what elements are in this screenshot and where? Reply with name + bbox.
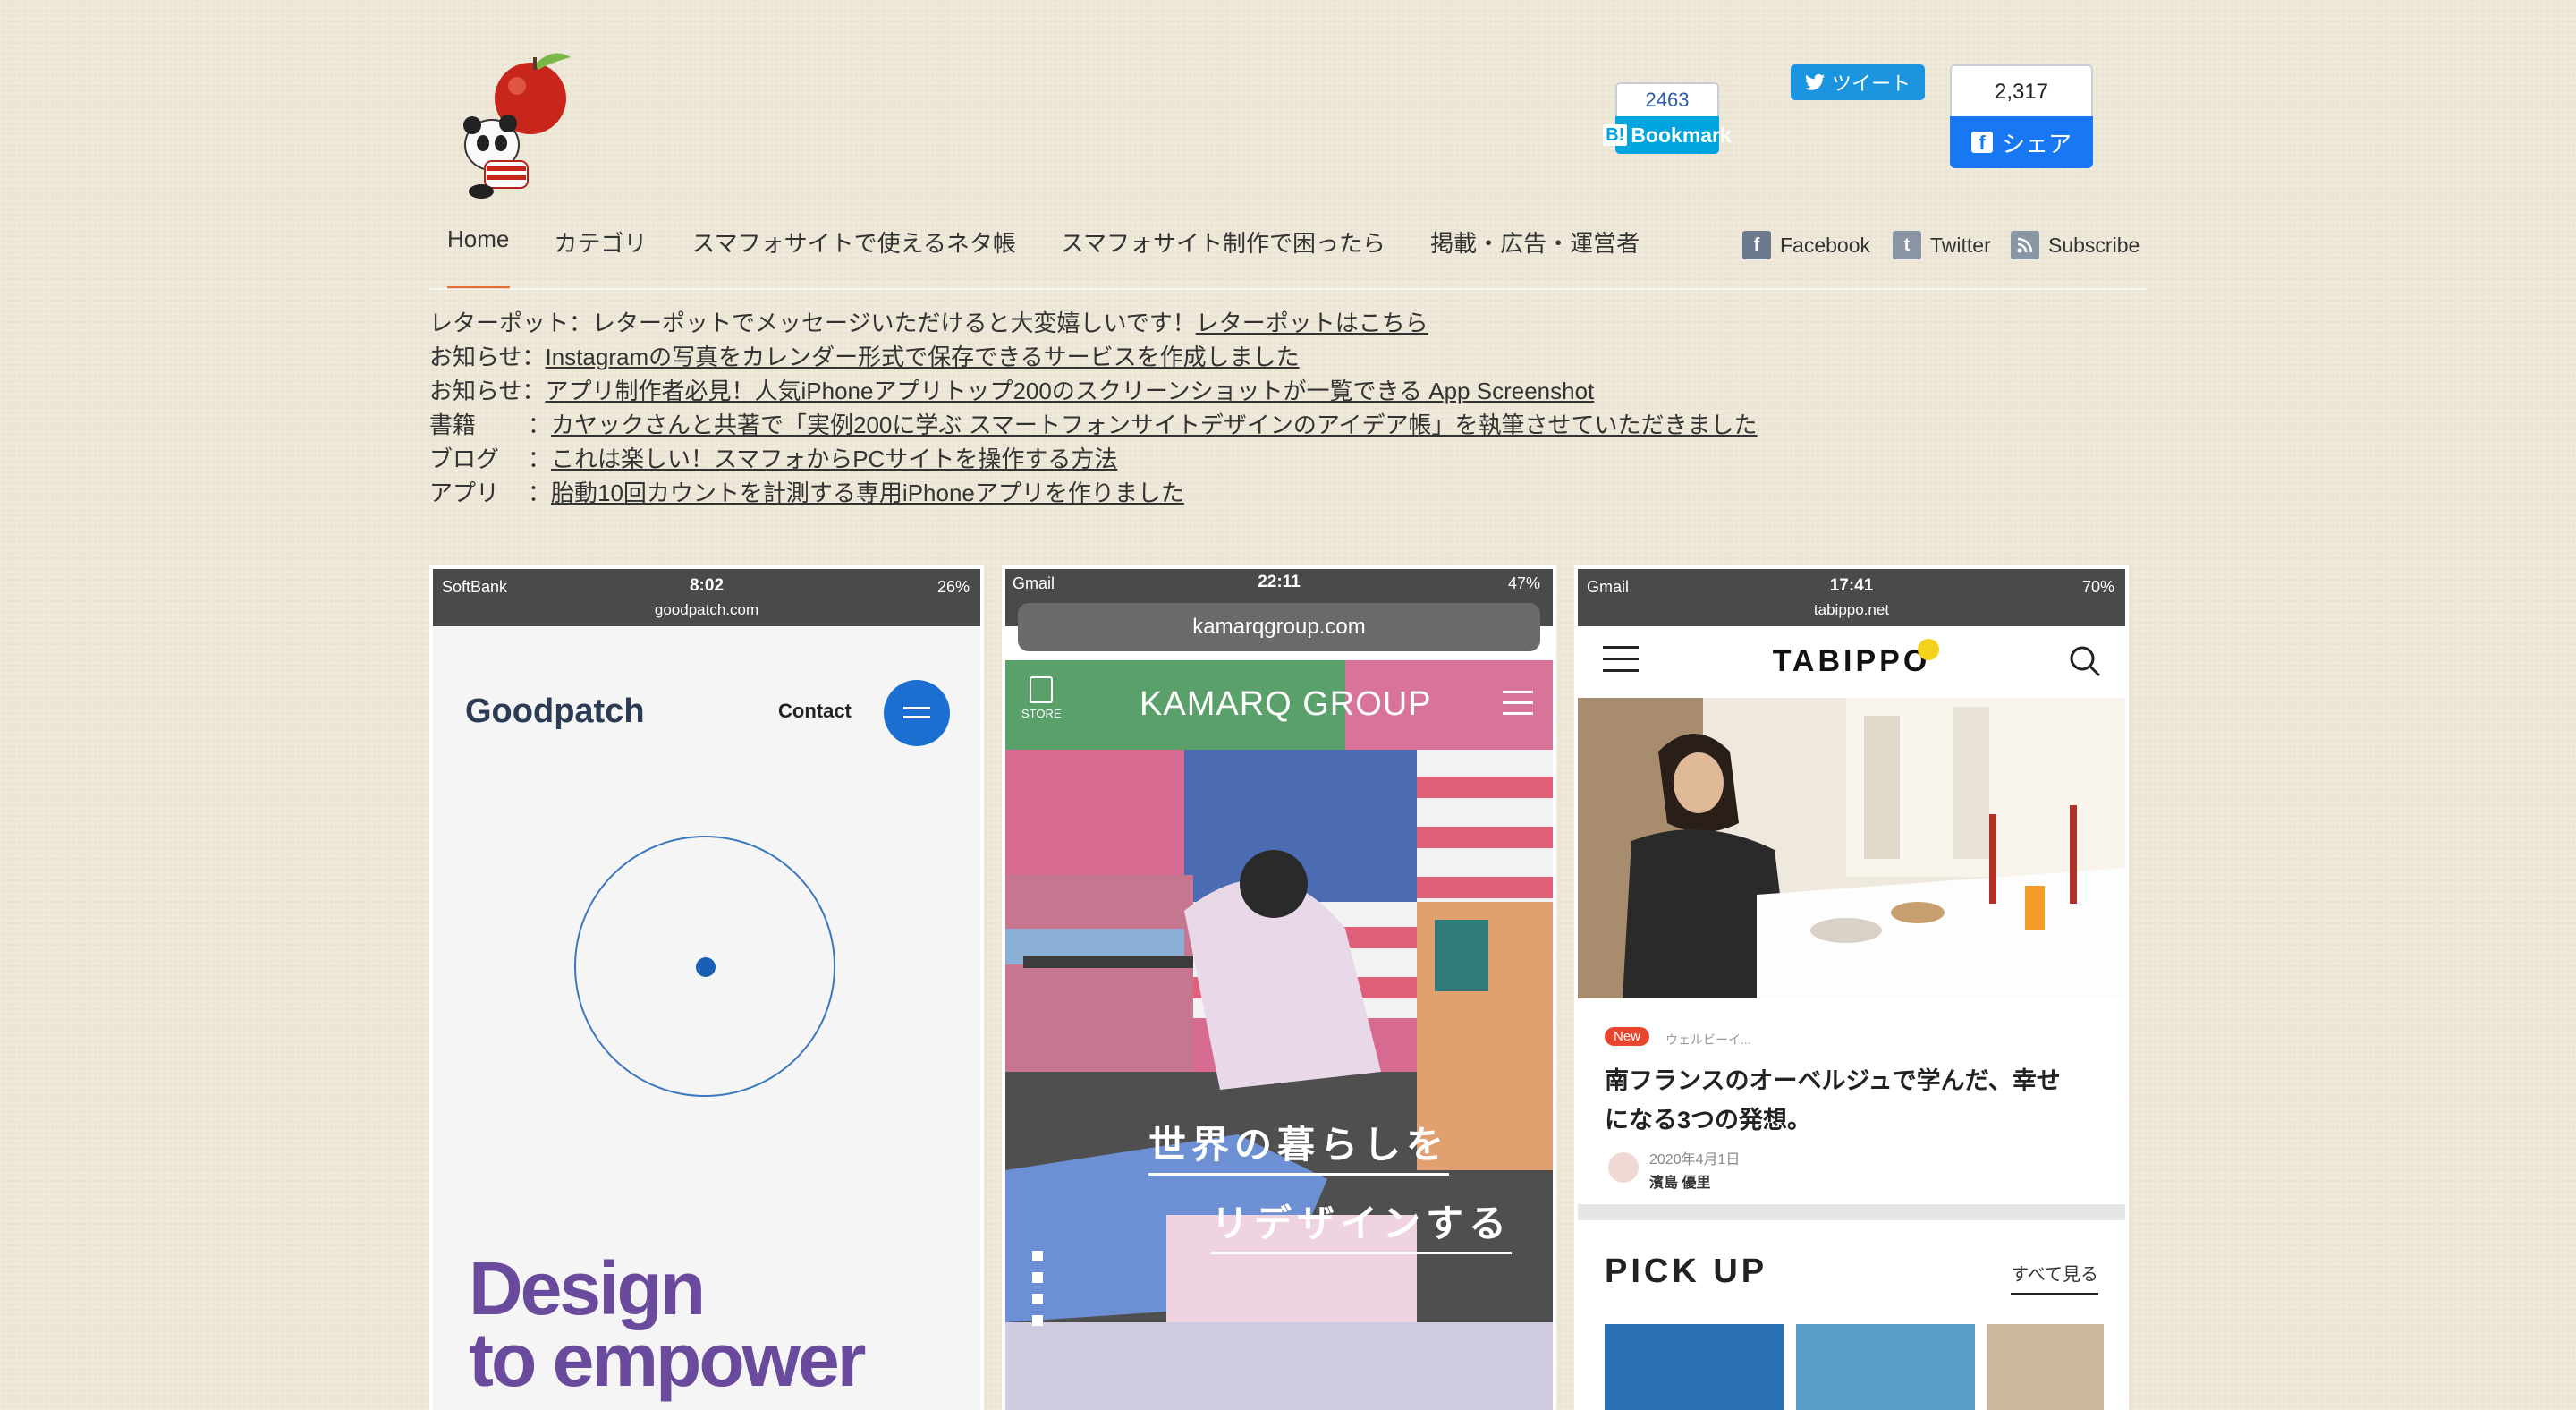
site-logo[interactable]: [445, 47, 596, 200]
notice-link[interactable]: レターポットはこちら: [1196, 306, 1428, 340]
goodpatch-logo: Goodpatch: [465, 692, 645, 730]
battery-label: 70%: [2081, 578, 2114, 596]
tweet-label: ツイート: [1831, 72, 1911, 95]
nav-item-about[interactable]: 掲載・広告・運営者: [1430, 225, 1640, 259]
phone-status-bar: SoftBank 8:02 26% goodpatch.com: [433, 569, 980, 626]
search-icon[interactable]: [2068, 644, 2102, 678]
tabippo-header: TABIPPO: [1578, 626, 2125, 698]
notice-row: お知らせ：アプリ制作者必見！人気iPhoneアプリトップ200のスクリーンショッ…: [429, 374, 1758, 408]
article-photo[interactable]: [1578, 698, 2125, 998]
pickup-section: PICK UP すべて見る: [1578, 1220, 2125, 1410]
notice-row: 書籍：カヤックさんと共著で「実例200に学ぶ スマートフォンサイトデザインのアイ…: [429, 408, 1758, 442]
pickup-thumbnail[interactable]: [1987, 1324, 2104, 1410]
article-card[interactable]: New ウェルビーイ... 南フランスのオーベルジュで学んだ、幸せ になる3つの…: [1578, 998, 2125, 1204]
social-link-facebook[interactable]: f Facebook: [1742, 231, 1870, 259]
site-card-tabippo[interactable]: Gmail 17:41 70% tabippo.net TABIPPO New …: [1574, 565, 2129, 1410]
menu-icon[interactable]: [1503, 691, 1533, 715]
url-label: kamarqgroup.com: [1192, 615, 1366, 639]
nav-item-category[interactable]: カテゴリ: [554, 225, 647, 259]
battery-label: 26%: [936, 578, 970, 596]
notice-link[interactable]: 胎動10回カウントを計測する専用iPhoneアプリを作りました: [551, 476, 1184, 510]
notice-link[interactable]: アプリ制作者必見！人気iPhoneアプリトップ200のスクリーンショットが一覧で…: [546, 374, 1595, 408]
contact-link: Contact: [778, 700, 852, 722]
battery-label: 47%: [1507, 574, 1540, 592]
facebook-icon: f: [1970, 132, 1993, 154]
article-author: 濱島 優里: [1649, 1176, 1711, 1191]
notice-list: レターポット：レターポットでメッセージいただけると大変嬉しいです！ レターポットは…: [429, 306, 1758, 510]
goodpatch-screen: Goodpatch Contact Design to empower: [433, 626, 980, 1410]
phone-status-bar: Gmail 17:41 70% tabippo.net: [1578, 569, 2125, 626]
status-time: 8:02: [689, 576, 724, 595]
avatar: [1608, 1152, 1639, 1183]
notice-link[interactable]: カヤックさんと共著で「実例200に学ぶ スマートフォンサイトデザインのアイデア帳…: [551, 408, 1758, 442]
dot-graphic: [696, 957, 716, 977]
notice-link[interactable]: Instagramの写真をカレンダー形式で保存できるサービスを作成しました: [546, 340, 1300, 374]
pickup-thumbnail[interactable]: [1605, 1324, 1784, 1410]
pickup-heading: PICK UP: [1605, 1253, 1768, 1290]
nav-divider: [429, 288, 2147, 290]
kamarq-header: STORE KAMARQ GROUP: [1005, 660, 1553, 750]
tweet-button[interactable]: ツイート: [1791, 64, 1925, 100]
notice-row: お知らせ： Instagramの写真をカレンダー形式で保存できるサービスを作成しま…: [429, 340, 1758, 374]
nav-item-neta[interactable]: スマフォサイトで使えるネタ帳: [691, 225, 1015, 259]
logo-dot-icon: [1918, 639, 1939, 660]
kamarq-logo: KAMARQ GROUP: [1140, 685, 1432, 723]
kamarq-copy-line1: 世界の暮らしを: [1148, 1115, 1450, 1176]
twitter-icon: t: [1893, 231, 1921, 259]
url-label: goodpatch.com: [654, 601, 759, 618]
new-badge: New: [1605, 1027, 1650, 1046]
site-card-kamarq[interactable]: Gmail 22:11 47% kamarqgroup.com STORE KA…: [1002, 565, 1556, 1410]
social-link-twitter[interactable]: t Twitter: [1893, 231, 1991, 259]
hatena-bookmark-button[interactable]: 2463 B! Bookmark: [1603, 82, 1732, 154]
menu-icon: [884, 680, 950, 746]
kamarq-copy-line2: リデザインする: [1211, 1193, 1513, 1254]
status-time: 22:11: [1258, 573, 1301, 591]
main-nav: Home カテゴリ スマフォサイトで使えるネタ帳 スマフォサイト制作で困ったら …: [447, 225, 1640, 259]
notice-row: レターポット：レターポットでメッセージいただけると大変嬉しいです！ レターポットは…: [429, 306, 1758, 340]
address-bar[interactable]: kamarqgroup.com: [1018, 603, 1540, 651]
nav-item-home[interactable]: Home: [447, 225, 509, 259]
section-divider: [1578, 1204, 2125, 1220]
social-link-subscribe[interactable]: Subscribe: [2011, 231, 2140, 259]
article-category: ウェルビーイ...: [1665, 1032, 1751, 1047]
article-title: 南フランスのオーベルジュで学んだ、幸せ になる3つの発想。: [1605, 1067, 2061, 1134]
hatena-bookmark-count: 2463: [1615, 82, 1719, 116]
notice-link[interactable]: これは楽しい！スマフォからPCサイトを操作する方法: [551, 442, 1117, 476]
article-date: 2020年4月1日: [1649, 1152, 1741, 1168]
facebook-share-button[interactable]: 2,317 f シェア: [1950, 64, 2093, 168]
hatena-icon: B!: [1603, 124, 1628, 146]
facebook-share-label: シェア: [2001, 130, 2072, 157]
status-time: 17:41: [1829, 576, 1874, 595]
pickup-thumbnail[interactable]: [1796, 1324, 1975, 1410]
twitter-bird-icon: [1804, 73, 1825, 90]
tabippo-logo: TABIPPO: [1772, 644, 1931, 678]
facebook-share-count: 2,317: [1950, 64, 2093, 116]
rss-icon: [2011, 231, 2039, 259]
hatena-bookmark-label: Bookmark: [1631, 123, 1732, 147]
site-card-goodpatch[interactable]: SoftBank 8:02 26% goodpatch.com Goodpatc…: [429, 565, 984, 1410]
store-link[interactable]: STORE: [1021, 676, 1062, 720]
facebook-icon: f: [1742, 231, 1771, 259]
bag-icon: [1030, 676, 1054, 703]
goodpatch-headline: Design to empower: [469, 1246, 866, 1402]
notice-row: ブログ：これは楽しい！スマフォからPCサイトを操作する方法: [429, 442, 1758, 476]
notice-row: アプリ：胎動10回カウントを計測する専用iPhoneアプリを作りました: [429, 476, 1758, 510]
nav-item-help[interactable]: スマフォサイト制作で困ったら: [1061, 225, 1385, 259]
see-all-link[interactable]: すべて見る: [2011, 1260, 2098, 1295]
kamarq-hero: 世界の暮らしを リデザインする: [1005, 750, 1553, 1410]
url-label: tabippo.net: [1813, 601, 1890, 618]
